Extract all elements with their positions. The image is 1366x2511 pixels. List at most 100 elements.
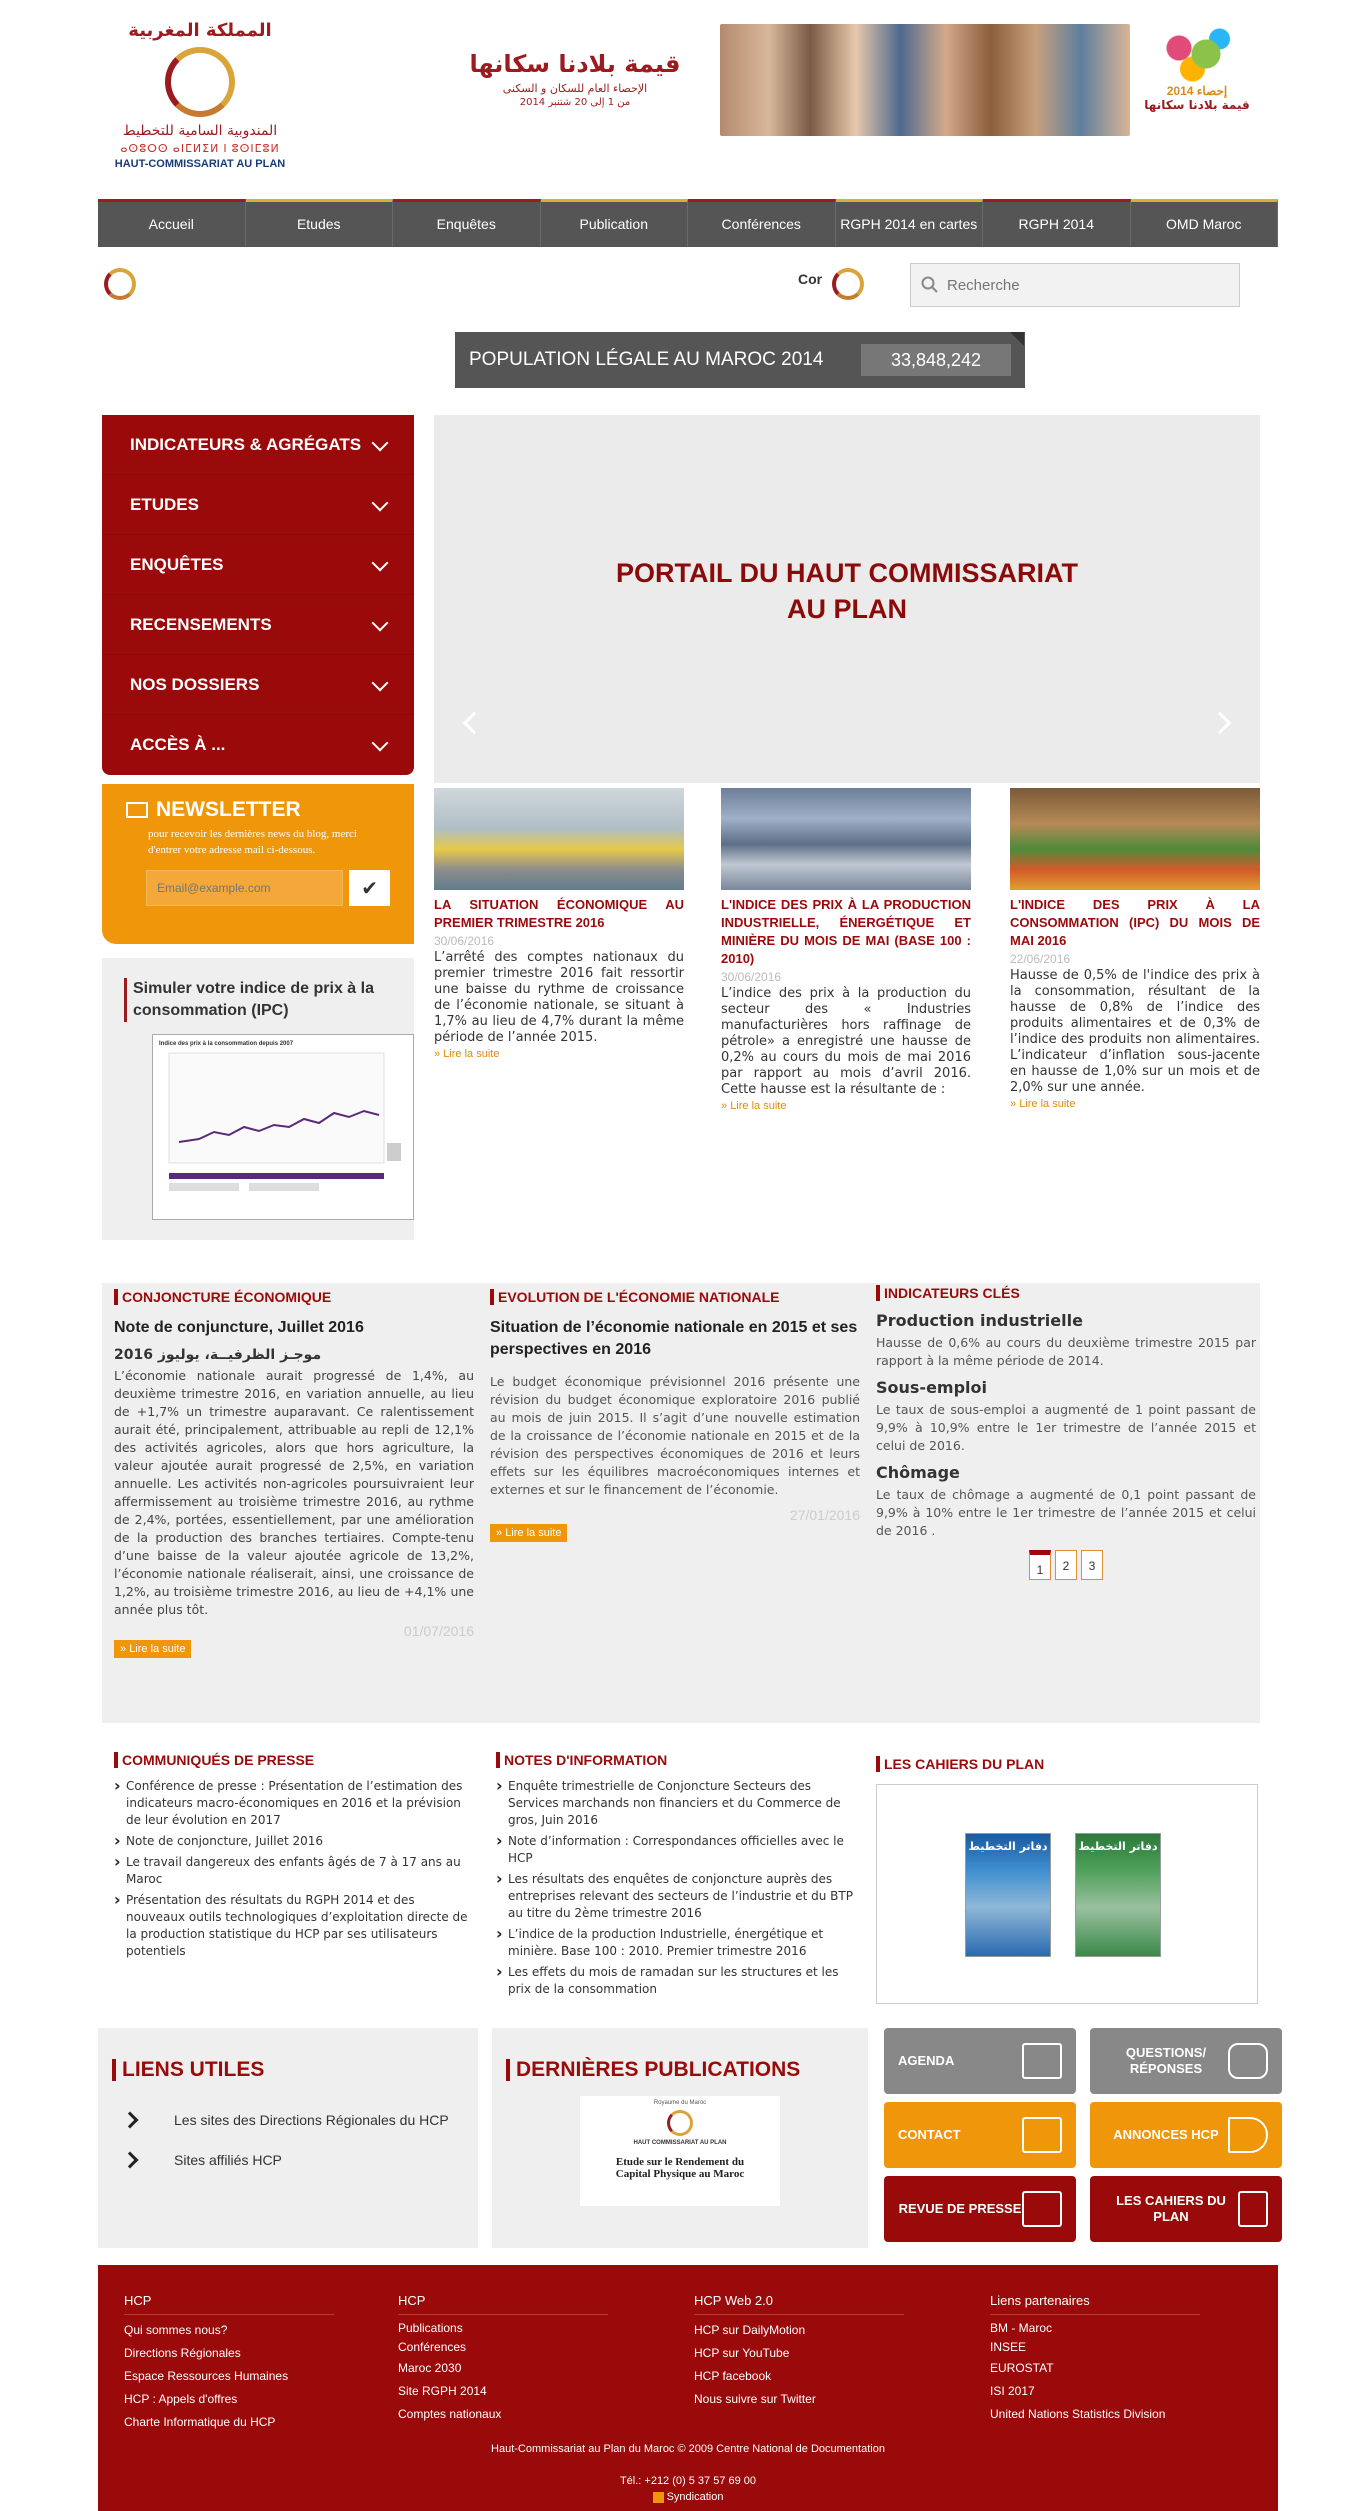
pager-page-2[interactable]: 2 [1055, 1550, 1077, 1580]
hcp-logo[interactable]: المملكة المغربية المندوبية السامية للتخط… [100, 20, 300, 190]
nav-rgph-cartes[interactable]: RGPH 2014 en cartes [835, 199, 983, 247]
evolution-title[interactable]: Situation de l’économie nationale en 201… [490, 1317, 860, 1361]
notes-column: NOTES D'INFORMATION Enquête trimestriell… [496, 1752, 856, 2002]
newsletter-description: pour recevoir les dernières news du blog… [148, 828, 357, 856]
market-photo[interactable] [1010, 788, 1260, 890]
footer-link[interactable]: Charte Informatique du HCP [124, 2411, 334, 2434]
footer-link[interactable]: United Nations Statistics Division [990, 2403, 1200, 2426]
footer-link[interactable]: Publications [398, 2319, 608, 2338]
logo-french: HAUT-COMMISSARIAT AU PLAN [114, 158, 286, 170]
news-card-3-date: 22/06/2016 [1010, 952, 1071, 966]
news-card-3: L'INDICE DES PRIX À LA CONSOMMATION (IPC… [1010, 788, 1260, 1110]
footer-link[interactable]: Conférences [398, 2338, 608, 2357]
menu-etudes[interactable]: ETUDES [102, 475, 414, 535]
cahier-cover-1-title: دفاتر التخطيط [968, 1840, 1048, 1853]
list-item[interactable]: Note d’information : Correspondances off… [496, 1832, 856, 1867]
list-item[interactable]: Les effets du mois de ramadan sur les st… [496, 1963, 856, 1998]
nav-accueil[interactable]: Accueil [98, 199, 246, 247]
small-logo-icon[interactable] [104, 268, 136, 300]
list-item[interactable]: Présentation des résultats du RGPH 2014 … [114, 1891, 474, 1960]
search-icon[interactable] [921, 276, 939, 294]
footer-link[interactable]: BM - Maroc [990, 2319, 1200, 2338]
slider-next-icon[interactable] [1208, 711, 1232, 735]
footer-link[interactable]: HCP facebook [694, 2365, 904, 2388]
footer-link[interactable]: INSEE [990, 2338, 1200, 2357]
communiques-list: Conférence de presse : Présentation de l… [114, 1777, 474, 1960]
menu-acces[interactable]: ACCÈS À ... [102, 715, 414, 775]
menu-indicateurs[interactable]: INDICATEURS & AGRÉGATS [102, 415, 414, 475]
cahier-cover-2[interactable]: دفاتر التخطيط [1075, 1833, 1161, 1957]
footer-col-hcp-2: HCP Publications Conférences Maroc 2030 … [398, 2293, 608, 2426]
link-sites-affilies[interactable]: Sites affiliés HCP [121, 2151, 464, 2169]
agenda-tile[interactable]: AGENDA [884, 2028, 1076, 2094]
list-item[interactable]: Conférence de presse : Présentation de l… [114, 1777, 474, 1829]
nav-etudes[interactable]: Etudes [245, 199, 393, 247]
slider-title-line1: PORTAIL DU HAUT COMMISSARIAT [616, 558, 1078, 588]
conjoncture-read-more-button[interactable]: » Lire la suite [114, 1640, 192, 1658]
slider-prev-icon[interactable] [462, 711, 486, 735]
list-item[interactable]: Les résultats des enquêtes de conjonctur… [496, 1870, 856, 1922]
cahiers-heading-wrap: LES CAHIERS DU PLAN [876, 1756, 1044, 1772]
list-item[interactable]: Enquête trimestrielle de Conjoncture Sec… [496, 1777, 856, 1829]
footer-link[interactable]: Site RGPH 2014 [398, 2380, 608, 2403]
banner-people-photo [720, 24, 1130, 136]
search-input[interactable] [947, 276, 1227, 294]
news-card-1-title[interactable]: LA SITUATION ÉCONOMIQUE AU PREMIER TRIME… [434, 896, 684, 932]
footer-link[interactable]: EUROSTAT [990, 2357, 1200, 2380]
footer-link[interactable]: Nous suivre sur Twitter [694, 2388, 904, 2411]
newsletter-email-input[interactable] [146, 870, 344, 906]
annonces-tile[interactable]: ANNONCES HCP [1090, 2102, 1282, 2168]
footer-rss-label: Syndication [666, 2491, 724, 2503]
ipc-chart-thumbnail[interactable]: Indice des prix à la consommation depuis… [152, 1034, 414, 1220]
conjoncture-title[interactable]: Note de conjuncture, Juillet 2016 [114, 1317, 474, 1339]
publication-cover[interactable]: Royaume du Maroc HAUT COMMISSARIAT AU PL… [580, 2096, 780, 2206]
cahiers-plan-tile[interactable]: LES CAHIERS DU PLAN [1090, 2176, 1282, 2242]
newsletter-submit-button[interactable]: ✔ [349, 870, 390, 906]
footer-phone: Tél.: +212 (0) 5 37 57 69 00 [619, 2475, 757, 2487]
banner-subtitle: الإحصاء العام للسكان و السكنى [502, 82, 648, 95]
footer-link[interactable]: Qui sommes nous? [124, 2319, 334, 2342]
menu-dossiers[interactable]: NOS DOSSIERS [102, 655, 414, 715]
port-photo[interactable] [434, 788, 684, 890]
factory-photo[interactable] [721, 788, 971, 890]
footer-link[interactable]: Directions Régionales [124, 2342, 334, 2365]
footer-link[interactable]: HCP sur YouTube [694, 2342, 904, 2365]
newsletter-title-text: NEWSLETTER [156, 798, 301, 821]
footer-rss[interactable]: Syndication [98, 2491, 1278, 2503]
footer-link[interactable]: ISI 2017 [990, 2380, 1200, 2403]
news-card-1-read-more[interactable]: » Lire la suite [434, 1048, 684, 1060]
revue-presse-tile[interactable]: REVUE DE PRESSE [884, 2176, 1076, 2242]
evolution-read-more-button[interactable]: » Lire la suite [490, 1524, 568, 1542]
footer-link[interactable]: Comptes nationaux [398, 2403, 608, 2426]
nav-conferences[interactable]: Conférences [688, 199, 836, 247]
footer-link[interactable]: Maroc 2030 [398, 2357, 608, 2380]
faq-tile[interactable]: QUESTIONS/ RÉPONSES [1090, 2028, 1282, 2094]
news-card-2-read-more[interactable]: » Lire la suite [721, 1100, 971, 1112]
footer-link[interactable]: HCP sur DailyMotion [694, 2319, 904, 2342]
nav-omd-maroc[interactable]: OMD Maroc [1130, 199, 1278, 247]
population-bar: POPULATION LÉGALE AU MAROC 2014 33,848,2… [455, 332, 1025, 388]
newsletter-form: ✔ [146, 870, 390, 906]
nav-rgph-2014[interactable]: RGPH 2014 [983, 199, 1131, 247]
cahier-cover-1[interactable]: دفاتر التخطيط [965, 1833, 1051, 1957]
menu-enquetes[interactable]: ENQUÊTES [102, 535, 414, 595]
list-item[interactable]: Note de conjoncture, Juillet 2016 [114, 1832, 474, 1850]
rgph-logo: 2014 إحصاء قيمة بلادنا سكانها [1142, 24, 1252, 136]
pager-page-3[interactable]: 3 [1081, 1550, 1103, 1580]
nav-enquetes[interactable]: Enquêtes [393, 199, 541, 247]
contact-tile[interactable]: CONTACT [884, 2102, 1076, 2168]
list-item[interactable]: Le travail dangereux des enfants âgés de… [114, 1853, 474, 1888]
nav-publication[interactable]: Publication [540, 199, 688, 247]
news-card-3-text: Hausse de 0,5% de l'indice des prix à la… [1010, 968, 1260, 1095]
ipc-title[interactable]: Simuler votre indice de prix à la consom… [124, 978, 392, 1022]
news-card-2-title[interactable]: L'INDICE DES PRIX À LA PRODUCTION INDUST… [721, 896, 971, 968]
footer-link[interactable]: Espace Ressources Humaines [124, 2365, 334, 2388]
list-item[interactable]: L’indice de la production Industrielle, … [496, 1925, 856, 1960]
news-card-3-title[interactable]: L'INDICE DES PRIX À LA CONSOMMATION (IPC… [1010, 896, 1260, 950]
pager-page-1[interactable]: 1 [1029, 1550, 1051, 1580]
news-card-3-read-more[interactable]: » Lire la suite [1010, 1098, 1260, 1110]
footer-link[interactable]: HCP : Appels d'offres [124, 2388, 334, 2411]
communiques-column: COMMUNIQUÉS DE PRESSE Conférence de pres… [114, 1752, 474, 1964]
menu-recensements[interactable]: RECENSEMENTS [102, 595, 414, 655]
link-directions-regionales[interactable]: Les sites des Directions Régionales du H… [121, 2111, 464, 2129]
